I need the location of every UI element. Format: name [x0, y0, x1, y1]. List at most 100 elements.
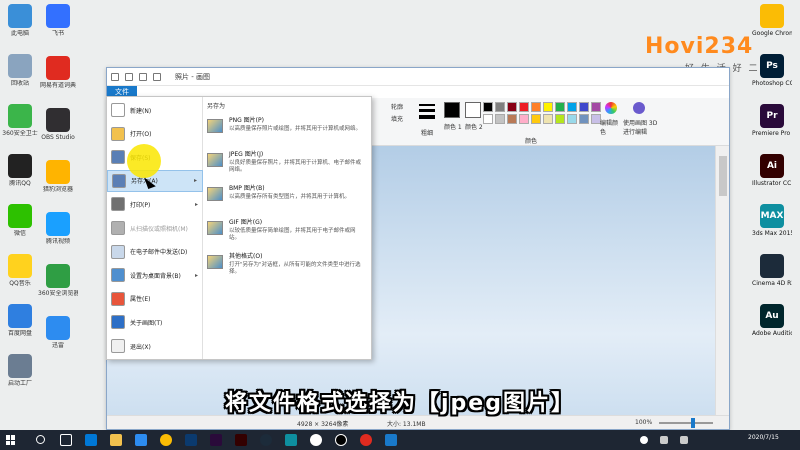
size-button[interactable]: 粗细 — [421, 128, 433, 137]
desktop-icon[interactable]: 此电脑 — [0, 4, 40, 37]
size-line-icon — [419, 104, 435, 106]
desktop-icon[interactable]: Ai Illustrator CC 2017 — [752, 154, 792, 187]
file-menu-item[interactable]: 退出(X) — [107, 335, 203, 357]
desktop-icon[interactable]: Google Chrome — [752, 4, 792, 37]
submenu-arrow-icon: ▸ — [194, 200, 198, 208]
palette-color-swatch[interactable] — [555, 114, 565, 124]
desktop-icon[interactable]: Au Adobe Audition ... — [752, 304, 792, 337]
palette-color-swatch[interactable] — [507, 102, 517, 112]
save-as-option[interactable]: 其他格式(O) 打开"另存为"对话框，从所有可能的文件类型中进行选择。 — [203, 251, 371, 283]
palette-color-swatch[interactable] — [543, 102, 553, 112]
taskbar-3dsmax-icon[interactable] — [285, 434, 297, 446]
desktop-icon[interactable]: 回收站 — [0, 54, 40, 87]
audition-icon: Au — [760, 304, 784, 328]
taskbar-app2-icon[interactable] — [360, 434, 372, 446]
palette-color-swatch[interactable] — [519, 102, 529, 112]
desktop-icon-label: Adobe Audition ... — [752, 330, 792, 337]
record-icon — [46, 108, 70, 132]
desktop-icon[interactable]: Pr Premiere Pro CC 2018 — [752, 104, 792, 137]
palette-color-swatch[interactable] — [531, 102, 541, 112]
taskbar-app-icon[interactable] — [135, 434, 147, 446]
taskbar-record-icon[interactable] — [335, 434, 347, 446]
taskbar-illustrator-icon[interactable] — [235, 434, 247, 446]
scroll-thumb[interactable] — [719, 156, 727, 196]
taskbar-obs-icon[interactable] — [310, 434, 322, 446]
desktop-icon[interactable]: 网易有道词典 — [38, 56, 78, 89]
paint3d-button[interactable]: 使用画图 3D 进行编辑 — [623, 118, 663, 136]
taskbar-premiere-icon[interactable] — [210, 434, 222, 446]
edit-colors-button[interactable]: 编辑颜色 — [600, 118, 622, 136]
redo-icon[interactable] — [153, 72, 161, 81]
taskbar-cinema4d-icon[interactable] — [260, 434, 272, 446]
file-menu-item[interactable]: 从扫描仪或照相机(M) — [107, 217, 203, 239]
network-icon[interactable] — [660, 436, 668, 444]
file-menu-item[interactable]: 属性(E) — [107, 288, 203, 310]
search-icon[interactable] — [36, 435, 45, 444]
file-menu-item[interactable]: 新建(N) — [107, 99, 203, 121]
taskbar-photoshop-icon[interactable] — [185, 434, 197, 446]
tray-chevron-icon[interactable] — [640, 436, 648, 444]
palette-color-swatch[interactable] — [543, 114, 553, 124]
desktop-icon[interactable]: MAX 3ds Max 2015 — [752, 204, 792, 237]
desktop-icon[interactable]: 迅雷 — [38, 316, 78, 349]
palette-color-swatch[interactable] — [507, 114, 517, 124]
palette-color-swatch[interactable] — [555, 102, 565, 112]
palette-color-swatch[interactable] — [495, 114, 505, 124]
desktop-icon-label: 启动工厂 — [7, 380, 32, 387]
file-menu-item[interactable]: 关于画图(T) — [107, 311, 203, 333]
desktop-icon[interactable]: OBS Studio — [38, 108, 78, 141]
palette-color-swatch[interactable] — [483, 114, 493, 124]
desktop-icon[interactable]: QQ音乐 — [0, 254, 40, 287]
desktop-icon-label: 腾讯QQ — [9, 180, 31, 187]
palette-color-swatch[interactable] — [531, 114, 541, 124]
palette-color-swatch[interactable] — [579, 102, 589, 112]
palette-color-swatch[interactable] — [495, 102, 505, 112]
color2-swatch[interactable] — [465, 102, 481, 118]
taskbar-folder-icon[interactable] — [110, 434, 122, 446]
start-button[interactable] — [6, 435, 16, 445]
save-as-option[interactable]: JPEG 图片(J) 以良好质量保存照片，并将其用于计算机、电子邮件或网络。 — [203, 149, 371, 181]
undo-icon[interactable] — [139, 72, 147, 81]
desktop-icon[interactable]: 启动工厂 — [0, 354, 40, 387]
zoom-slider[interactable] — [659, 422, 713, 424]
file-menu-item[interactable]: 打开(O) — [107, 123, 203, 145]
palette-color-swatch[interactable] — [591, 102, 601, 112]
task-view-icon[interactable] — [60, 434, 72, 446]
desktop-icon[interactable]: 猎豹浏览器 — [38, 160, 78, 193]
desktop-icon-label: 此电脑 — [10, 30, 29, 37]
edit-colors-icon — [605, 102, 617, 114]
save-icon[interactable] — [125, 72, 133, 81]
palette-color-swatch[interactable] — [579, 114, 589, 124]
file-menu-item-label: 打开(O) — [130, 131, 152, 139]
save-as-option[interactable]: GIF 图片(G) 以较低质量保存简单绘图，并将其用于电子邮件或网站。 — [203, 217, 371, 249]
outline-dropdown[interactable]: 轮廓 — [391, 102, 403, 111]
save-as-option[interactable]: BMP 图片(B) 以高质量保存所有类型图片，并将其用于计算机。 — [203, 183, 371, 215]
palette-color-swatch[interactable] — [567, 114, 577, 124]
file-menu-item-label: 在电子邮件中发送(D) — [130, 249, 188, 257]
palette-color-swatch[interactable] — [567, 102, 577, 112]
desktop-icon[interactable]: 腾讯视频 — [38, 212, 78, 245]
color1-swatch[interactable] — [444, 102, 460, 118]
taskbar-paint-icon[interactable] — [385, 434, 397, 446]
file-menu-item[interactable]: 设置为桌面背景(B) ▸ — [107, 264, 203, 286]
vertical-scrollbar[interactable] — [715, 146, 729, 415]
desktop-icon[interactable]: 360安全卫士 — [0, 104, 40, 137]
desktop-icon[interactable]: 360安全浏览器 — [38, 264, 78, 297]
window-title: 照片 - 画图 — [175, 72, 210, 81]
desktop-icon[interactable]: Cinema 4D R20 — [752, 254, 792, 287]
desktop-icon[interactable]: 飞书 — [38, 4, 78, 37]
desktop-icon[interactable]: 腾讯QQ — [0, 154, 40, 187]
desktop-icon[interactable]: 百度网盘 — [0, 304, 40, 337]
file-menu-item[interactable]: 打印(P) ▸ — [107, 193, 203, 215]
zoom-slider-thumb[interactable] — [691, 418, 695, 428]
taskbar-edge-icon[interactable] — [85, 434, 97, 446]
desktop-icon[interactable]: 微信 — [0, 204, 40, 237]
taskbar-chrome-icon[interactable] — [160, 434, 172, 446]
file-menu-item[interactable]: 在电子邮件中发送(D) — [107, 241, 203, 263]
submenu-arrow-icon: ▸ — [193, 177, 197, 185]
save-as-option[interactable]: PNG 图片(P) 以高质量保存照片或绘图，并将其用于计算机或网络。 — [203, 115, 371, 147]
fill-dropdown[interactable]: 填充 — [391, 114, 403, 123]
palette-color-swatch[interactable] — [519, 114, 529, 124]
palette-color-swatch[interactable] — [483, 102, 493, 112]
volume-icon[interactable] — [680, 436, 688, 444]
